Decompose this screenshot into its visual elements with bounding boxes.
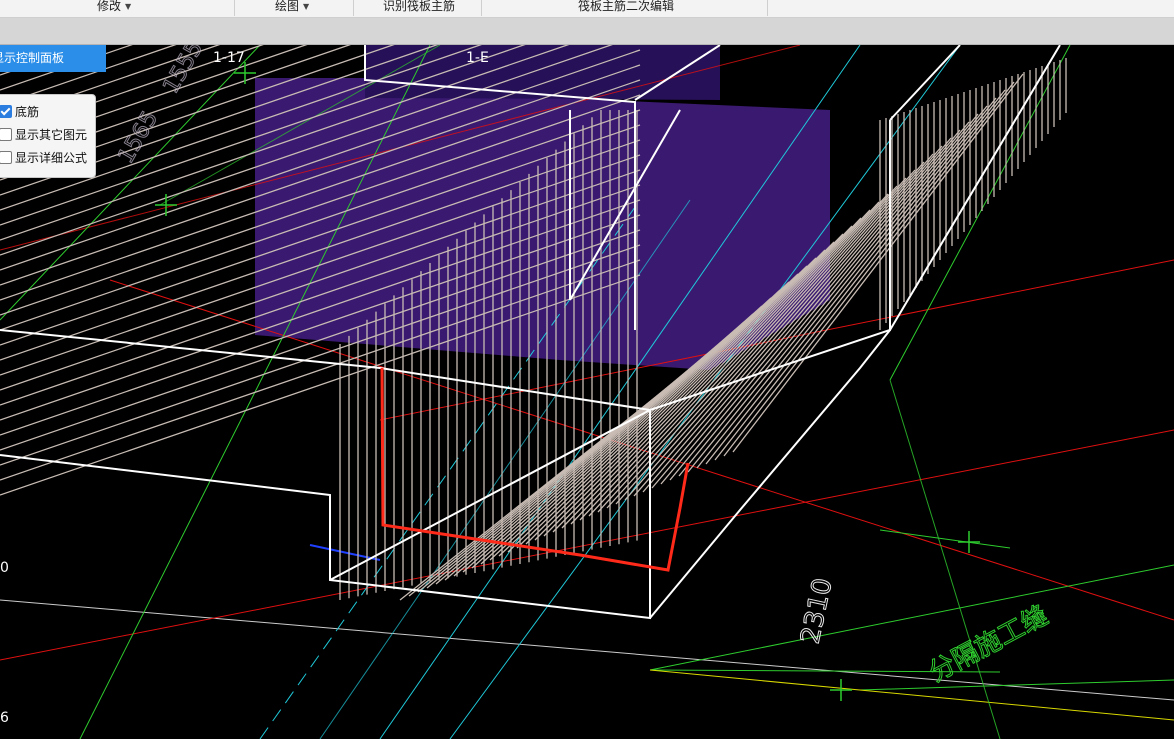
draw-menu[interactable]: 绘图 ▼ [275,0,309,15]
3d-viewport[interactable]: 1-17 1-E 0 6 2310 分隔施工缝 1555 1565 [0,45,1174,739]
toolbar-divider [481,0,482,16]
identify-raft-rebar-button[interactable]: 识别筏板主筋 [383,0,455,15]
option-label: 底筋 [15,105,40,119]
checkbox-icon[interactable] [0,151,12,164]
raft-rebar-edit-label: 筏板主筋二次编辑 [578,0,675,13]
display-control-panel: 底筋 显示其它图元 显示详细公式 [0,94,96,178]
raft-rebar-edit-button[interactable]: 筏板主筋二次编辑 [578,0,674,15]
modify-menu-label: 修改 [97,0,122,13]
chevron-down-icon: ▼ [303,1,310,11]
toolbar-divider [353,0,354,16]
draw-menu-label: 绘图 [275,0,300,13]
chevron-down-icon: ▼ [125,1,132,11]
option-bottom-rebar[interactable]: 底筋 [0,103,39,121]
checkbox-icon[interactable] [0,128,12,141]
option-show-other-elements[interactable]: 显示其它图元 [0,126,87,144]
left-edge-mark-6: 6 [0,710,9,726]
left-edge-mark-0: 0 [0,560,9,576]
axis-label-1-17: 1-17 [213,50,245,66]
display-control-panel-header[interactable]: 显示控制面板 [0,45,106,72]
axis-label-1-e: 1-E [466,50,489,66]
identify-raft-rebar-label: 识别筏板主筋 [383,0,456,13]
top-toolbar: 修改 ▼ 绘图 ▼ 识别筏板主筋 筏板主筋二次编辑 [0,0,1174,18]
option-label: 显示详细公式 [15,151,88,165]
checkbox-checked-icon[interactable] [0,105,12,118]
modify-menu[interactable]: 修改 ▼ [97,0,131,15]
toolbar-divider [767,0,768,16]
option-label: 显示其它图元 [15,128,88,142]
toolbar-divider [234,0,235,16]
option-show-detailed-formula[interactable]: 显示详细公式 [0,149,87,167]
toolbar-ribbon-strip [0,18,1174,45]
panel-title: 显示控制面板 [0,51,65,65]
